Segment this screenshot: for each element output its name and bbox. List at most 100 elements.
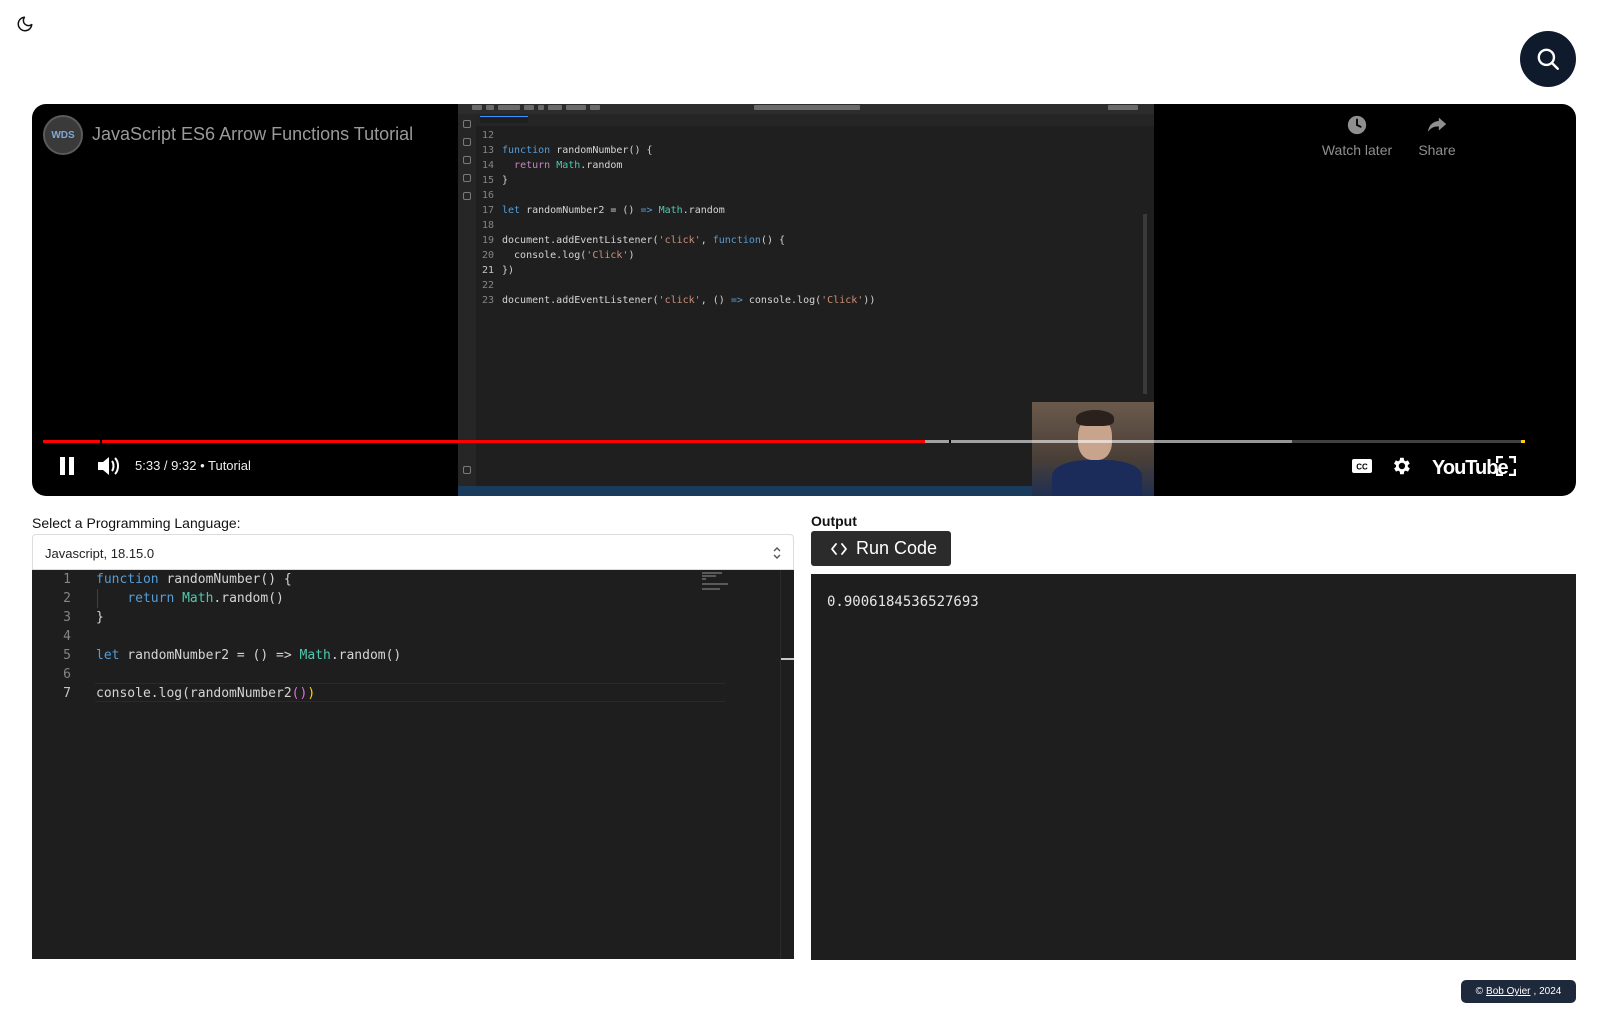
video-code-line: 20 console.log('Click')	[482, 248, 875, 263]
video-player[interactable]: 12 13 function randomNumber() { 14 return M…	[32, 104, 1576, 496]
video-frame-menubar	[458, 104, 1154, 114]
footer-copyright: © Bob Oyier, 2024	[1461, 980, 1576, 1003]
output-panel: 0.9006184536527693	[811, 574, 1576, 960]
video-code-line: 17 let randomNumber2 = () => Math.random	[482, 203, 875, 218]
video-code-line-number: 22	[482, 280, 495, 291]
chapter-divider	[949, 440, 951, 443]
video-code-line-number: 16	[482, 190, 495, 201]
editor-line[interactable]: 5 let randomNumber2 = () => Math.random()	[32, 646, 732, 665]
video-time: 5:33 / 9:32 • Tutorial	[135, 458, 251, 473]
video-code-text: console.log('Click')	[502, 250, 635, 261]
video-code-text: return Math.random	[514, 160, 623, 171]
share-icon	[1427, 117, 1447, 132]
video-code-line: 16	[482, 188, 875, 203]
clock-icon	[1347, 115, 1367, 135]
mute-button[interactable]	[94, 452, 122, 480]
fullscreen-button[interactable]	[1494, 452, 1518, 480]
video-code-line: 15}	[482, 173, 875, 188]
video-code-text: function randomNumber() {	[502, 145, 653, 156]
editor-line[interactable]: 6	[32, 665, 732, 684]
editor-line-code: function randomNumber() {	[96, 572, 292, 587]
cc-icon: CC	[1352, 459, 1372, 473]
progress-played	[43, 440, 925, 443]
subtitles-button[interactable]: CC	[1350, 452, 1374, 480]
code-editor[interactable]: 1 function randomNumber() {2 return Math.…	[32, 570, 794, 959]
editor-line-number: 4	[63, 629, 71, 644]
editor-line-code: }	[96, 610, 104, 625]
author-link[interactable]: Bob Oyier	[1486, 986, 1530, 997]
video-code-text: }	[502, 175, 509, 186]
video-progress-bar[interactable]	[43, 440, 1525, 443]
video-code-line-number: 21	[482, 265, 495, 276]
video-code-line-number: 15	[482, 175, 495, 186]
video-code-line-number: 12	[482, 130, 495, 141]
editor-line-number: 2	[63, 591, 71, 606]
watch-later-label: Watch later	[1321, 142, 1393, 158]
video-timestamp: 5:33 / 9:32	[135, 458, 197, 473]
video-code-text: document.addEventListener('click', () =>…	[502, 295, 876, 306]
output-label: Output	[811, 513, 857, 529]
editor-line[interactable]: 2 return Math.random()	[32, 589, 732, 608]
run-code-label: Run Code	[856, 538, 938, 558]
video-code-line: 18	[482, 218, 875, 233]
video-code-line: 14 return Math.random	[482, 158, 875, 173]
video-code-line: 12	[482, 128, 875, 143]
fullscreen-icon	[1496, 456, 1516, 476]
editor-line[interactable]: 4	[32, 627, 732, 646]
video-code-text: })	[502, 265, 515, 276]
video-code-line-number: 19	[482, 235, 495, 246]
code-brackets-icon	[831, 542, 847, 555]
settings-button[interactable]	[1388, 452, 1414, 480]
language-select[interactable]: Javascript, 18.15.0	[32, 534, 794, 570]
moon-icon[interactable]	[16, 15, 34, 33]
video-frame-code: 12 13 function randomNumber() { 14 return M…	[482, 128, 875, 308]
editor-line-number: 7	[63, 686, 71, 701]
editor-line-code: let randomNumber2 = () => Math.random()	[96, 648, 402, 663]
editor-line[interactable]: 7 console.log(randomNumber2())	[32, 684, 732, 703]
video-code-line-number: 13	[482, 145, 495, 156]
watch-later-button[interactable]: Watch later	[1317, 114, 1397, 158]
video-code-line-number: 23	[482, 295, 495, 306]
video-code-line-number: 17	[482, 205, 495, 216]
svg-text:CC: CC	[1356, 463, 1368, 472]
channel-logo-text: WDS	[51, 129, 75, 141]
editor-line-number: 5	[63, 648, 71, 663]
select-chevron-icon	[773, 547, 781, 559]
video-code-text: let randomNumber2 = () => Math.random	[502, 205, 725, 216]
share-label: Share	[1418, 142, 1456, 158]
video-code-line: 22	[482, 278, 875, 293]
editor-line-number: 3	[63, 610, 71, 625]
search-icon	[1537, 48, 1559, 70]
selected-language: Javascript, 18.15.0	[45, 546, 155, 561]
video-code-line: 23 document.addEventListener('click', () …	[482, 293, 875, 308]
video-code-line-number: 18	[482, 220, 495, 231]
video-code-line-number: 14	[482, 160, 495, 171]
video-code-line: 21})	[482, 263, 875, 278]
editor-line[interactable]: 1 function randomNumber() {	[32, 570, 732, 589]
video-frame-activity-bar	[458, 114, 476, 486]
output-result: 0.9006184536527693	[827, 594, 979, 610]
search-button[interactable]	[1520, 31, 1576, 87]
video-code-line: 13 function randomNumber() {	[482, 143, 875, 158]
volume-icon	[98, 457, 119, 475]
video-controls: 5:33 / 9:32 • Tutorial CC YouTube	[32, 448, 1576, 484]
language-label: Select a Programming Language:	[32, 515, 241, 531]
share-button[interactable]: Share	[1397, 114, 1477, 158]
video-code-line-number: 20	[482, 250, 495, 261]
editor-line-code: console.log(randomNumber2())	[96, 686, 316, 701]
video-code-text: document.addEventListener('click', funct…	[502, 235, 786, 246]
channel-avatar[interactable]: WDS	[43, 115, 83, 155]
copyright-symbol: ©	[1475, 986, 1484, 997]
editor-scrollbar-thumb[interactable]	[781, 658, 794, 660]
video-title[interactable]: JavaScript ES6 Arrow Functions Tutorial	[92, 124, 413, 145]
pause-button[interactable]	[54, 452, 80, 480]
run-code-button[interactable]: Run Code	[811, 531, 951, 566]
video-code-line: 19 document.addEventListener('click', fun…	[482, 233, 875, 248]
chapter-title[interactable]: Tutorial	[208, 458, 251, 473]
editor-line[interactable]: 3}	[32, 608, 732, 627]
video-frame-scrollbar	[1143, 214, 1147, 394]
editor-scrollbar-track	[780, 570, 781, 959]
editor-line-number: 6	[63, 667, 71, 682]
progress-end-marker	[1521, 440, 1525, 443]
editor-line-code: return Math.random()	[127, 591, 284, 606]
